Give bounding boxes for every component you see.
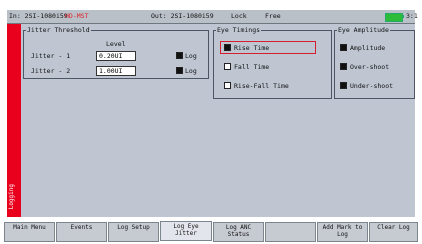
output-format: Out: 2SI-1080i59 [151,12,214,20]
softkey-log-anc-status[interactable]: Log ANC Status [213,222,264,242]
under-shoot-label: Under-shoot [350,82,394,90]
logging-side-bar: Logging [7,24,21,217]
rise-time-label: Rise Time [234,44,270,52]
softkey-events[interactable]: Events [56,222,107,242]
eye-amplitude-title: Eye Amplitude [338,26,389,34]
jitter-1-label: Jitter - 1 [31,52,71,60]
jitter-threshold-title: Jitter Threshold [27,26,90,34]
jitter-2-log-label: Log [185,67,197,75]
battery-tip [402,15,404,18]
fall-time-label: Fall Time [234,63,270,71]
jitter-2-label: Jitter - 2 [31,67,71,75]
jitter-1-log-checkbox[interactable] [176,52,183,59]
jitter-1-input[interactable] [96,51,136,61]
clock: 3:1 [406,12,418,20]
softkey-blank[interactable] [265,222,316,242]
eye-timings-group: Eye Timings Rise Time Fall Time Rise-Fal… [213,27,332,99]
battery-icon [385,13,403,22]
fall-time-checkbox[interactable] [224,63,231,70]
jitter-threshold-group: Jitter Threshold Level Jitter - 1 Log Ji… [23,27,209,79]
rise-fall-time-checkbox[interactable] [224,82,231,89]
softkey-bar: Main Menu Events Log Setup Log Eye Jitte… [0,218,422,244]
jitter-2-log-checkbox[interactable] [176,67,183,74]
softkey-clear-log[interactable]: Clear Log [369,222,418,242]
status-bar: In: 2SI-1080i59 HD-MST Out: 2SI-1080i59 … [7,10,418,24]
jitter-1-log-label: Log [185,52,197,60]
amplitude-checkbox[interactable] [340,44,347,51]
over-shoot-label: Over-shoot [350,63,390,71]
rise-fall-time-label: Rise-Fall Time [234,82,289,90]
eye-amplitude-group: Eye Amplitude Amplitude Over-shoot Under… [334,27,415,99]
under-shoot-checkbox[interactable] [340,82,347,89]
softkey-main-menu[interactable]: Main Menu [4,222,55,242]
level-header: Level [106,40,126,48]
softkey-log-setup[interactable]: Log Setup [108,222,159,242]
main-panel: Jitter Threshold Level Jitter - 1 Log Ji… [21,24,415,217]
logging-label: Logging [8,183,15,209]
rise-time-checkbox[interactable] [224,44,231,51]
input-format: In: 2SI-1080i59 [9,12,68,20]
softkey-add-mark[interactable]: Add Mark to Log [317,222,368,242]
over-shoot-checkbox[interactable] [340,63,347,70]
reference-status: Free [265,12,281,20]
lock-status: Lock [231,12,247,20]
eye-timings-title: Eye Timings [217,26,261,34]
softkey-log-eye-jitter[interactable]: Log Eye Jitter [160,221,212,241]
hd-badge: HD-MST [65,12,89,20]
jitter-2-input[interactable] [96,66,136,76]
amplitude-label: Amplitude [350,44,386,52]
